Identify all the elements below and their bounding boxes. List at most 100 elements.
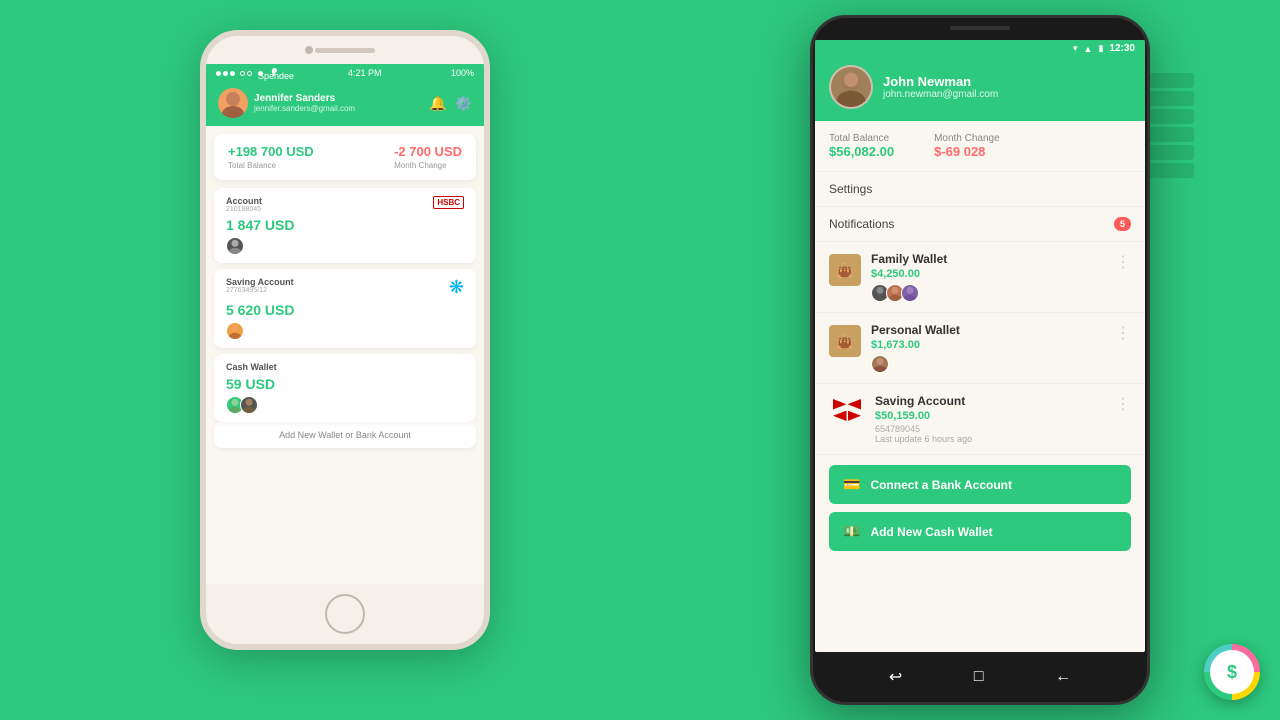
wallet-amount-2: 59 USD [226, 376, 464, 392]
mini-avatar [226, 237, 244, 255]
dollar-sign: $ [1227, 662, 1237, 683]
android-camera [950, 26, 1010, 30]
mini-avatar-b [240, 396, 258, 414]
saving-wallet-more[interactable]: ⋮ [1115, 394, 1131, 414]
connect-bank-label: Connect a Bank Account [870, 478, 1012, 492]
iphone-avatar [218, 88, 248, 118]
connect-bank-button[interactable]: 💳 Connect a Bank Account [829, 465, 1131, 504]
family-wallet-more[interactable]: ⋮ [1115, 252, 1131, 272]
saving-wallet-details: Saving Account $50,159.00 654789045 Last… [875, 394, 1105, 444]
android-avatar [829, 65, 873, 109]
iphone-wallet-list: Account 210188045 HSBC 1 847 USD [214, 188, 476, 422]
android-change-value: $-69 028 [934, 144, 1000, 159]
notification-icon[interactable]: 🔔 [429, 95, 446, 112]
android-time: 12:30 [1109, 43, 1135, 54]
iphone-speaker [315, 48, 375, 53]
android-home-btn[interactable]: □ [974, 668, 984, 686]
iphone-total-balance: +198 700 USD Total Balance [228, 144, 314, 170]
iphone-wallet-item-1[interactable]: Saving Account 27763495/12 ❋ 5 620 USD [214, 269, 476, 348]
android-total-balance: Total Balance $56,082.00 [829, 133, 894, 159]
iphone-user-text: Jennifer Sanders jennifer.sanders@gmail.… [254, 93, 355, 113]
iphone-month-change: -2 700 USD Month Change [394, 144, 462, 170]
family-wallet-avatars [871, 284, 1105, 302]
wallet-amount-0: 1 847 USD [226, 217, 464, 233]
iphone-header-icons: 🔔 ⚙️ [429, 95, 472, 112]
android-user-info: John Newman john.newman@gmail.com [883, 74, 998, 100]
hsbc-wallet-icon [829, 396, 865, 424]
battery-icon: ▮ [1098, 43, 1103, 54]
personal-wallet-name: Personal Wallet [871, 323, 1105, 337]
android-frame: ▾ ▲ ▮ 12:30 John Newman john.newman@gmai… [810, 15, 1150, 705]
iphone-user-info: Jennifer Sanders jennifer.sanders@gmail.… [218, 88, 355, 118]
iphone-home-button[interactable] [325, 594, 365, 634]
android-menu-settings[interactable]: Settings [815, 172, 1145, 207]
wallet-amount-1: 5 620 USD [226, 302, 464, 318]
settings-label: Settings [829, 182, 872, 196]
bank-icon: 💳 [843, 476, 860, 493]
wallet-type-1: Saving Account [226, 277, 294, 287]
app-icon-symbol: $ [1210, 650, 1254, 694]
iphone-change-label: Month Change [394, 161, 462, 170]
iphone-add-wallet-label: Add New Wallet or Bank Account [279, 430, 411, 440]
android-action-buttons: 💳 Connect a Bank Account 💵 Add New Cash … [815, 455, 1145, 561]
iphone-total-value: +198 700 USD [228, 144, 314, 159]
wallet-type-2: Cash Wallet [226, 362, 277, 372]
iphone-balance-card: +198 700 USD Total Balance -2 700 USD Mo… [214, 134, 476, 180]
saving-wallet-amount: $50,159.00 [875, 410, 1105, 422]
wallet-num-0: 210188045 [226, 206, 262, 213]
android-wallet-saving[interactable]: Saving Account $50,159.00 654789045 Last… [815, 384, 1145, 455]
android-month-change: Month Change $-69 028 [934, 133, 1000, 159]
settings-icon[interactable]: ⚙️ [455, 95, 472, 112]
add-cash-label: Add New Cash Wallet [870, 525, 992, 539]
android-device: ▾ ▲ ▮ 12:30 John Newman john.newman@gmai… [810, 15, 1150, 705]
iphone-change-value: -2 700 USD [394, 144, 462, 159]
android-recent-btn[interactable]: ← [1055, 668, 1071, 686]
android-back-btn[interactable]: ↩ [889, 667, 902, 687]
android-status-bar: ▾ ▲ ▮ 12:30 [815, 40, 1145, 57]
iphone-device: Spendee ▾ 4:21 PM 100% Jennifer Sanders … [200, 30, 490, 650]
carrier-label: Spendee [258, 71, 263, 76]
personal-wallet-icon: 👜 [829, 325, 861, 357]
android-total-value: $56,082.00 [829, 144, 894, 159]
iphone-screen: Spendee ▾ 4:21 PM 100% Jennifer Sanders … [206, 64, 484, 584]
fam-avatar-3 [901, 284, 919, 302]
app-icon[interactable]: $ [1204, 644, 1260, 700]
add-cash-wallet-button[interactable]: 💵 Add New Cash Wallet [829, 512, 1131, 551]
iphone-add-wallet[interactable]: Add New Wallet or Bank Account [214, 422, 476, 448]
family-wallet-icon: 👜 [829, 254, 861, 286]
android-wallet-family[interactable]: 👜 Family Wallet $4,250.00 [815, 242, 1145, 313]
android-wallet-personal[interactable]: 👜 Personal Wallet $1,673.00 ⋮ [815, 313, 1145, 384]
personal-avatar-1 [871, 355, 889, 373]
wallet-avatars-2 [226, 396, 464, 414]
iphone-user-email: jennifer.sanders@gmail.com [254, 104, 355, 113]
iphone-time: 4:21 PM [348, 68, 382, 78]
personal-wallet-more[interactable]: ⋮ [1115, 323, 1131, 343]
notification-badge: 5 [1114, 217, 1131, 231]
wallet-avatars-0 [226, 237, 464, 255]
wallet-type-0: Account [226, 196, 262, 206]
iphone-wallet-item-2[interactable]: Cash Wallet 59 USD [214, 354, 476, 422]
notifications-label: Notifications [829, 217, 894, 231]
android-user-name: John Newman [883, 74, 998, 89]
android-wallet-list: 👜 Family Wallet $4,250.00 [815, 242, 1145, 455]
personal-wallet-amount: $1,673.00 [871, 339, 1105, 351]
family-wallet-details: Family Wallet $4,250.00 [871, 252, 1105, 302]
android-menu-notifications[interactable]: Notifications 5 [815, 207, 1145, 242]
wifi-icon: ▾ [1073, 43, 1078, 54]
iphone-status-bar: Spendee ▾ 4:21 PM 100% [206, 64, 484, 82]
iphone-wallet-item-0[interactable]: Account 210188045 HSBC 1 847 USD [214, 188, 476, 263]
personal-wallet-details: Personal Wallet $1,673.00 [871, 323, 1105, 373]
android-header: John Newman john.newman@gmail.com [815, 57, 1145, 121]
iphone-user-name: Jennifer Sanders [254, 93, 355, 104]
android-balance-row: Total Balance $56,082.00 Month Change $-… [815, 121, 1145, 172]
iphone-header: Jennifer Sanders jennifer.sanders@gmail.… [206, 82, 484, 126]
android-total-label: Total Balance [829, 133, 894, 144]
wallet-icon: 💵 [843, 523, 860, 540]
android-change-label: Month Change [934, 133, 1000, 144]
family-wallet-amount: $4,250.00 [871, 268, 1105, 280]
saving-account-number: 654789045 [875, 424, 1105, 434]
iphone-camera [305, 46, 313, 54]
android-screen: ▾ ▲ ▮ 12:30 John Newman john.newman@gmai… [815, 40, 1145, 652]
android-user-email: john.newman@gmail.com [883, 89, 998, 100]
wallet-num-1: 27763495/12 [226, 287, 294, 294]
